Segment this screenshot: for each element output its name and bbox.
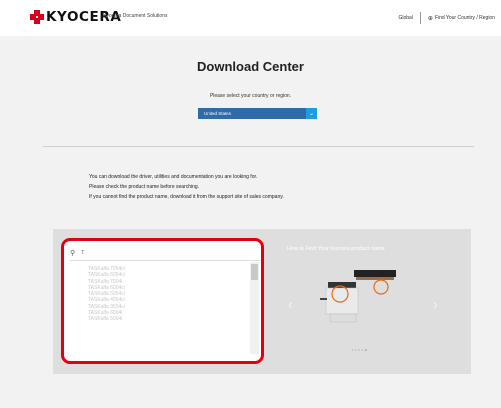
top-bar: KYOCERA Kyocera Document Solutions Globa… (0, 0, 501, 36)
country-select-value: United States (204, 111, 232, 116)
list-item[interactable]: TASKalfa 5004i (88, 316, 125, 322)
top-right-nav: Global ⊕ Find Your Country / Region (398, 12, 495, 24)
carousel-next-icon[interactable]: › (433, 296, 438, 312)
country-select[interactable]: United States ⌄ (198, 108, 317, 119)
carousel-prev-icon[interactable]: ‹ (288, 296, 293, 312)
global-link[interactable]: Global (398, 15, 412, 21)
info-text: You can download the driver, utilities a… (89, 172, 284, 202)
carousel-pager[interactable]: • • • • ● (352, 348, 367, 352)
search-icon: ⚲ (70, 250, 76, 257)
info-line: You can download the driver, utilities a… (89, 174, 258, 180)
howto-title: How to Find Your kyocera product name (287, 246, 385, 252)
product-search-box: ⚲ T TASKalfa 7054ci TASKalfa 6054ci TASK… (61, 238, 264, 364)
nav-divider (419, 12, 421, 24)
country-prompt: Please select your country or region. (209, 93, 292, 99)
printer-illustration (320, 270, 396, 323)
globe-icon: ⊕ (427, 15, 433, 22)
search-input[interactable]: T (81, 250, 84, 256)
list-item[interactable]: TASKalfa 6054ci (88, 272, 125, 278)
subbrand-text: Kyocera Document Solutions (103, 13, 168, 19)
list-item[interactable]: TASKalfa 4054ci (88, 297, 125, 303)
info-line: If you cannot find the product name, dow… (89, 194, 284, 200)
scrollbar-thumb[interactable] (251, 264, 258, 280)
region-link[interactable]: Find Your Country / Region (435, 15, 495, 21)
list-item[interactable]: TASKalfa 7004i (88, 279, 125, 285)
search-results-list: TASKalfa 7054ci TASKalfa 6054ci TASKalfa… (88, 266, 125, 323)
page-title: Download Center (197, 59, 304, 74)
kyocera-logo-mark-icon (30, 10, 44, 24)
results-scrollbar[interactable] (250, 262, 259, 354)
chevron-down-icon[interactable]: ⌄ (306, 108, 317, 119)
search-input-row[interactable]: ⚲ T (70, 246, 260, 261)
info-line: Please check the product name before sea… (89, 184, 200, 190)
section-divider (43, 146, 474, 147)
